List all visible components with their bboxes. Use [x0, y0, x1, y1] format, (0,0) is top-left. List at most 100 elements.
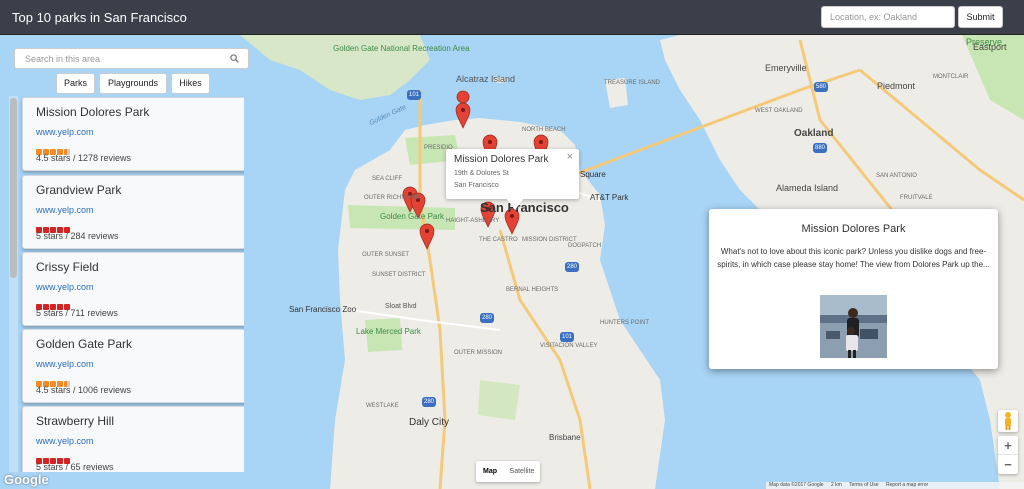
search-box[interactable]: [14, 48, 249, 69]
map-label-west-oakland: WEST OAKLAND: [755, 108, 803, 114]
list-item[interactable]: Mission Dolores Park www.yelp.com 4.5 st…: [22, 97, 244, 171]
star-rating: [36, 451, 71, 464]
page-title: Top 10 parks in San Francisco: [12, 10, 187, 25]
map-data-credit: Map data ©2017 Google: [769, 482, 824, 488]
map-view-button[interactable]: Map: [476, 461, 504, 482]
park-reviews: 4.5 stars / 1006 reviews: [36, 385, 132, 395]
top-bar: Top 10 parks in San Francisco Submit: [0, 0, 1024, 35]
map-label-piedmont: Piedmont: [877, 81, 916, 91]
map-label-sea-cliff: SEA CLIFF: [372, 176, 403, 182]
scrollbar-thumb[interactable]: [10, 98, 17, 278]
map-label-alcatraz: Alcatraz Island: [456, 74, 516, 84]
park-link[interactable]: www.yelp.com: [36, 282, 94, 292]
star-rating: [36, 220, 71, 233]
filter-playgrounds-button[interactable]: Playgrounds: [99, 73, 167, 94]
highway-shield: 280: [565, 262, 579, 272]
star-rating: [36, 297, 71, 310]
report-error-link[interactable]: Report a map error: [886, 482, 928, 488]
map-label-golden-gate-nra: Golden Gate National Recreation Area: [333, 44, 470, 53]
filter-hikes-button[interactable]: Hikes: [171, 73, 210, 94]
park-link[interactable]: www.yelp.com: [36, 127, 94, 137]
search-input[interactable]: [15, 49, 225, 68]
map-label-outer-richmond: OUTER RICHMOND: [364, 195, 420, 201]
park-name[interactable]: Grandview Park: [36, 183, 121, 197]
park-reviews: 5 stars / 711 reviews: [36, 308, 118, 318]
map-label-sloat: Sloat Blvd: [385, 303, 417, 310]
map-label-mission-district: MISSION DISTRICT: [522, 237, 577, 243]
map-label-san-antonio: SAN ANTONIO: [876, 173, 917, 179]
map-scale: 2 km: [830, 482, 842, 488]
map-label-haight: HAIGHT-ASHBURY: [446, 218, 500, 224]
info-window-title: Mission Dolores Park: [454, 154, 549, 165]
park-name[interactable]: Mission Dolores Park: [36, 105, 149, 119]
filter-parks-button[interactable]: Parks: [56, 73, 95, 94]
map-label-alameda: Alameda Island: [776, 183, 839, 193]
park-name[interactable]: Golden Gate Park: [36, 337, 132, 351]
street-view-pegman-icon[interactable]: [998, 410, 1018, 432]
park-list[interactable]: Mission Dolores Park www.yelp.com 4.5 st…: [8, 96, 244, 472]
map-label-sf-zoo: San Francisco Zoo: [289, 305, 357, 314]
park-link[interactable]: www.yelp.com: [36, 436, 94, 446]
map-label-treasure-island: TREASURE ISLAND: [604, 80, 661, 86]
info-window-address: 19th & Dolores St: [454, 170, 509, 177]
search-icon[interactable]: [230, 54, 239, 63]
park-name[interactable]: Crissy Field: [36, 260, 99, 274]
map-label-fruitvale: FRUITVALE: [900, 195, 933, 201]
map-label-golden-gate-park: Golden Gate Park: [380, 212, 445, 221]
map-label-sunset-district: SUNSET DISTRICT: [372, 272, 426, 278]
map-label-outer-mission: OUTER MISSION: [454, 350, 503, 356]
zoom-in-button[interactable]: +: [998, 436, 1018, 455]
park-link[interactable]: www.yelp.com: [36, 205, 94, 215]
list-item[interactable]: Strawberry Hill www.yelp.com 5 stars / 6…: [22, 406, 244, 472]
park-reviews: 4.5 stars / 1278 reviews: [36, 153, 132, 163]
park-reviews: 5 stars / 65 reviews: [36, 462, 114, 472]
map-type-control[interactable]: Map Satellite: [476, 461, 540, 482]
map-label-visitacion: VISITACION VALLEY: [540, 343, 598, 349]
list-item[interactable]: Grandview Park www.yelp.com 5 stars / 28…: [22, 175, 244, 249]
info-window-city: San Francisco: [454, 182, 499, 189]
map-marker: [419, 223, 435, 250]
list-item[interactable]: Crissy Field www.yelp.com 5 stars / 711 …: [22, 252, 244, 326]
park-name[interactable]: Strawberry Hill: [36, 414, 114, 428]
star-rating: [36, 142, 71, 155]
map-label-oakland: Oakland: [794, 128, 834, 139]
map-label-emeryville: Emeryville: [765, 63, 807, 73]
map-label-daly-city: Daly City: [409, 417, 450, 428]
map-label-dogpatch: DOGPATCH: [568, 243, 602, 249]
park-reviews: 5 stars / 284 reviews: [36, 231, 119, 241]
map-label-westlake: WESTLAKE: [366, 403, 399, 409]
highway-shield: 280: [422, 397, 436, 407]
map-label-north-beach: NORTH BEACH: [522, 127, 566, 133]
highway-shield: 880: [813, 143, 827, 153]
list-item[interactable]: Golden Gate Park www.yelp.com 4.5 stars …: [22, 329, 244, 403]
map-info-window[interactable]: Mission Dolores Park 19th & Dolores St S…: [446, 149, 579, 199]
highway-shield: 101: [407, 90, 421, 100]
map-label-san-francisco: San Francisco: [480, 200, 569, 215]
map-label-lake-merced: Lake Merced Park: [356, 327, 421, 336]
star-rating: [36, 374, 71, 387]
google-logo: Google: [4, 472, 49, 487]
detail-title: Mission Dolores Park: [801, 223, 906, 235]
map-attribution: Map data ©2017 Google 2 km Terms of Use …: [766, 482, 1024, 489]
satellite-view-button[interactable]: Satellite: [504, 461, 540, 482]
zoom-out-button[interactable]: −: [998, 455, 1018, 474]
close-icon[interactable]: ×: [567, 151, 573, 163]
map-label-castro: THE CASTRO: [479, 237, 518, 243]
detail-description: What's not to love about this iconic par…: [717, 247, 990, 269]
zoom-control[interactable]: + −: [998, 436, 1018, 474]
map-marker: [455, 102, 471, 129]
map-label-brisbane: Brisbane: [549, 433, 581, 442]
submit-button[interactable]: Submit: [958, 6, 1003, 28]
park-link[interactable]: www.yelp.com: [36, 359, 94, 369]
map-label-montclair: MONTCLAIR: [933, 74, 969, 80]
map-label-hunters-point: HUNTERS POINT: [600, 320, 650, 326]
terms-link[interactable]: Terms of Use: [849, 482, 878, 488]
map-label-att-park: AT&T Park: [590, 193, 629, 202]
location-input[interactable]: [821, 6, 955, 28]
park-photo: [820, 295, 887, 358]
map-label-outer-sunset: OUTER SUNSET: [362, 252, 410, 258]
map-label-bernal-heights: BERNAL HEIGHTS: [506, 287, 559, 293]
map-label-preserve: Preserve: [966, 37, 1003, 47]
park-detail-panel: Mission Dolores Park What's not to love …: [709, 209, 998, 369]
highway-shield: 101: [560, 332, 574, 342]
